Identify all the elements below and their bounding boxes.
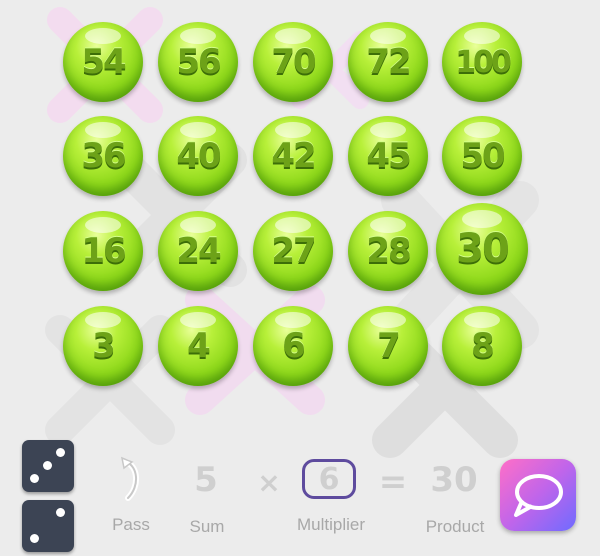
number-ball[interactable]: 3 xyxy=(63,306,143,386)
die-top xyxy=(22,440,74,492)
multiplier-box: 6 xyxy=(302,459,356,499)
multiplier-label: Multiplier xyxy=(296,515,366,534)
die-pip xyxy=(43,461,52,470)
number-ball[interactable]: 45 xyxy=(348,116,428,196)
number-ball-highlighted[interactable]: 30 xyxy=(436,203,528,295)
number-ball[interactable]: 36 xyxy=(63,116,143,196)
number-ball[interactable]: 28 xyxy=(348,211,428,291)
die-pip xyxy=(30,534,39,543)
number-ball[interactable]: 50 xyxy=(442,116,522,196)
number-ball[interactable]: 72 xyxy=(348,22,428,102)
die-pip xyxy=(56,448,65,457)
number-ball[interactable]: 100 xyxy=(442,22,522,102)
multiplier-value: 6 xyxy=(318,461,340,497)
sum-label: Sum xyxy=(189,517,225,536)
die-bottom xyxy=(22,500,74,552)
equals-sign: = xyxy=(378,462,408,502)
chat-button[interactable] xyxy=(500,459,576,531)
number-ball[interactable]: 56 xyxy=(158,22,238,102)
chat-bubble-icon xyxy=(514,474,563,517)
number-ball-grid: 54 56 70 72 100 36 40 42 45 50 16 24 27 … xyxy=(0,0,600,440)
number-ball[interactable]: 54 xyxy=(63,22,143,102)
number-ball[interactable]: 4 xyxy=(158,306,238,386)
number-ball[interactable]: 40 xyxy=(158,116,238,196)
pass-arrow-icon[interactable] xyxy=(116,456,146,506)
pass-label: Pass xyxy=(112,515,150,534)
times-operator: × xyxy=(257,466,281,499)
number-ball[interactable]: 70 xyxy=(253,22,333,102)
number-ball[interactable]: 8 xyxy=(442,306,522,386)
number-ball[interactable]: 7 xyxy=(348,306,428,386)
number-ball[interactable]: 42 xyxy=(253,116,333,196)
product-label: Product xyxy=(425,517,485,536)
sum-value: 5 xyxy=(194,460,218,500)
die-pip xyxy=(30,474,39,483)
product-value: 30 xyxy=(430,460,478,500)
die-pip xyxy=(56,508,65,517)
number-ball[interactable]: 24 xyxy=(158,211,238,291)
number-ball[interactable]: 6 xyxy=(253,306,333,386)
number-ball[interactable]: 27 xyxy=(253,211,333,291)
number-ball[interactable]: 16 xyxy=(63,211,143,291)
